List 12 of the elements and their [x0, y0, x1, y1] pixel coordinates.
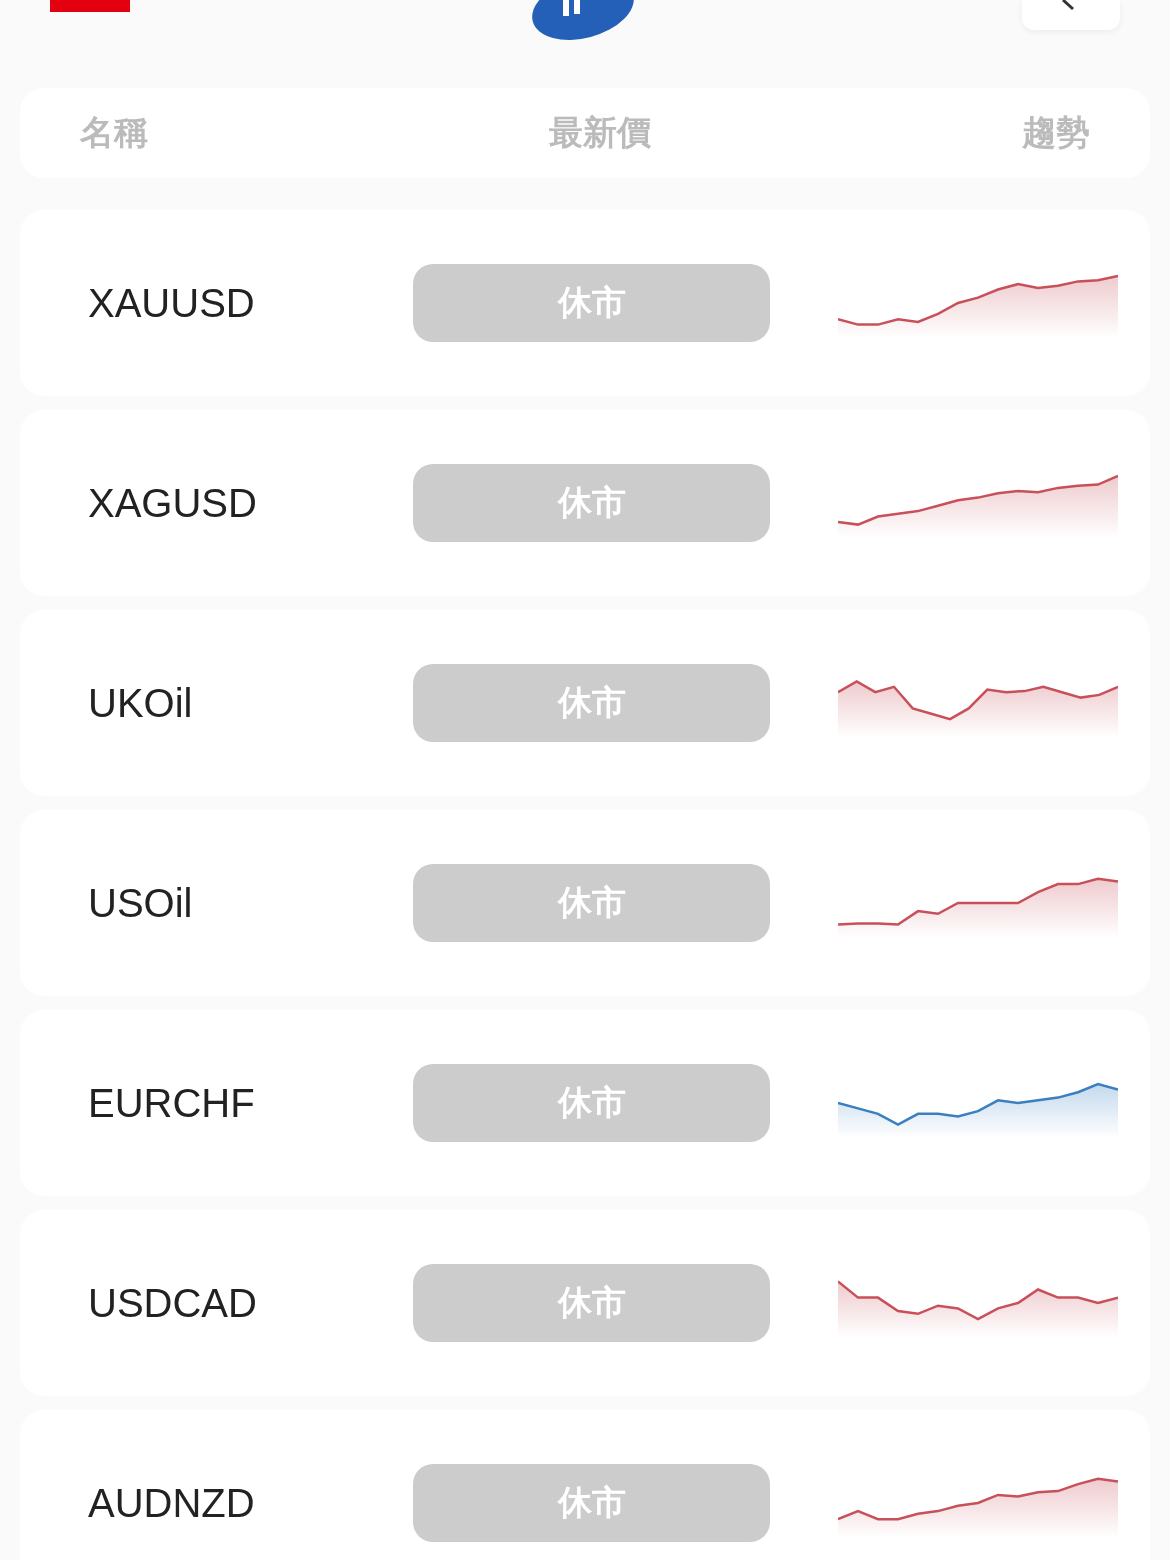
symbol-label: AUDNZD	[88, 1480, 256, 1526]
column-header: 趨勢	[1021, 112, 1090, 153]
column-header: 名稱	[80, 112, 149, 153]
search-icon	[1062, 0, 1075, 11]
symbol-label: USOil	[88, 880, 194, 926]
symbol-label: UKOil	[88, 680, 194, 726]
symbol-label: XAUUSD	[88, 280, 256, 326]
symbol-label: USDCAD	[88, 1280, 258, 1326]
search-button[interactable]	[1022, 0, 1120, 30]
symbol-label: XAGUSD	[88, 480, 258, 526]
column-header: 最新價	[548, 112, 652, 153]
symbol-label: EURCHF	[88, 1080, 256, 1126]
